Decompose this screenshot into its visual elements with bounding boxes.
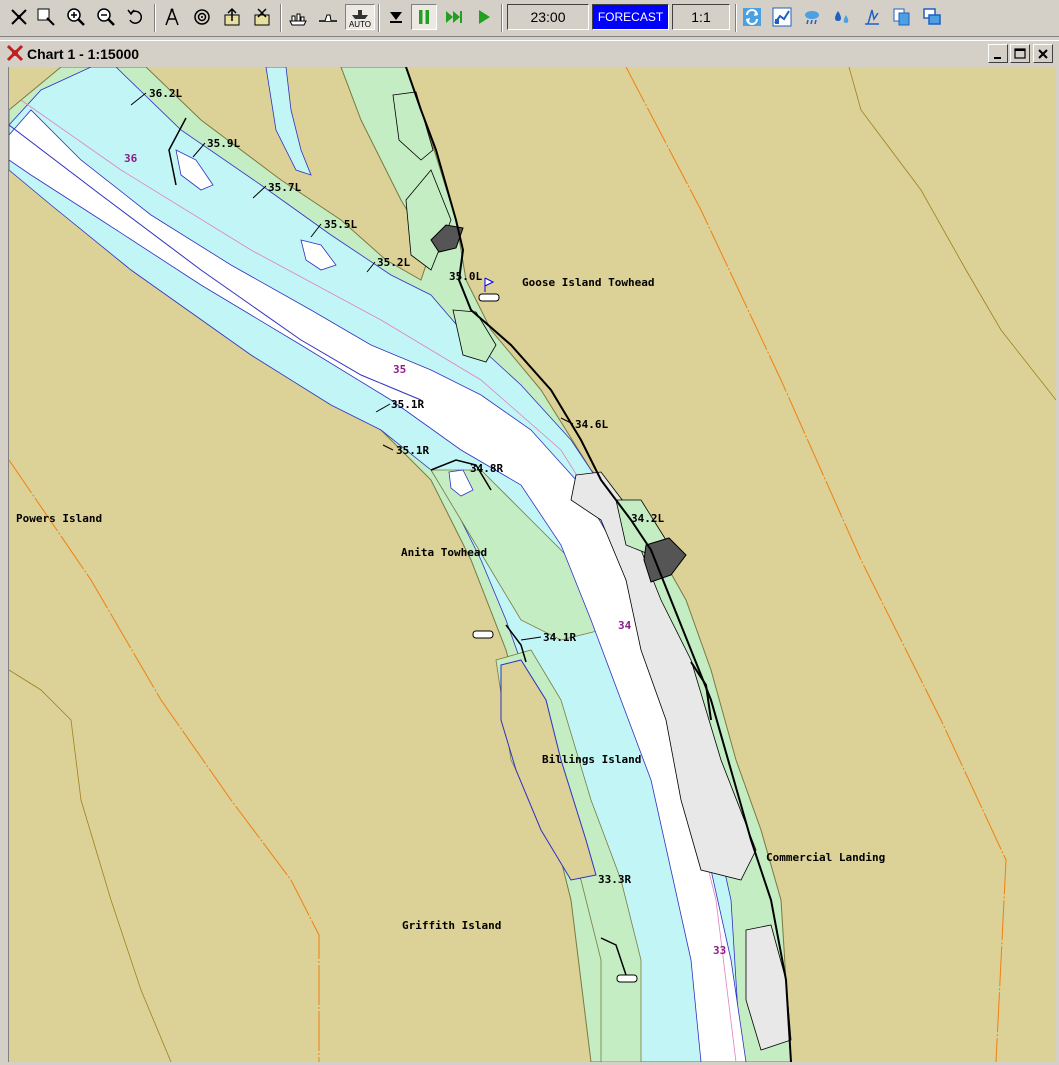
compass-icon[interactable]: [159, 4, 185, 30]
export-icon[interactable]: [219, 4, 245, 30]
toolbar-separator: [735, 4, 737, 32]
main-toolbar: AUTO 23:00 FORECAST 1:1: [0, 0, 1059, 37]
mile-marker: 34.8R: [470, 462, 503, 475]
place-label: Goose Island Towhead: [522, 276, 654, 289]
maximize-icon: [1014, 47, 1026, 59]
vessel-icon[interactable]: [285, 4, 311, 30]
mile-marker: 36.2L: [149, 87, 182, 100]
river-mile-label: 36: [124, 152, 138, 165]
river-mile-label: 33: [713, 944, 726, 957]
undo-zoom-icon[interactable]: [123, 4, 149, 30]
water-icon[interactable]: [829, 4, 855, 30]
mile-marker: 34.1R: [543, 631, 576, 644]
mile-marker: 35.2L: [377, 256, 410, 269]
mile-marker: 35.7L: [268, 181, 301, 194]
place-label: Billings Island: [542, 753, 641, 766]
mile-marker: 34.2L: [631, 512, 664, 525]
chart-app-icon[interactable]: [6, 44, 24, 62]
refresh-icon[interactable]: [739, 4, 765, 30]
target-icon[interactable]: [189, 4, 215, 30]
auto-vessel-icon[interactable]: AUTO: [345, 4, 375, 30]
boat-icon[interactable]: [315, 4, 341, 30]
weather-icon[interactable]: [799, 4, 825, 30]
zoom-out-icon[interactable]: [93, 4, 119, 30]
maximize-button[interactable]: [1010, 44, 1030, 63]
tide-icon[interactable]: [859, 4, 885, 30]
forecast-button[interactable]: FORECAST: [592, 4, 669, 30]
toolbar-separator: [154, 4, 156, 32]
mile-marker: 35.1R: [391, 398, 424, 411]
river-mile-label: 35: [393, 363, 406, 376]
mile-marker: 33.3R: [598, 873, 631, 886]
select-tool-icon[interactable]: [6, 4, 32, 30]
skip-down-icon[interactable]: [383, 4, 409, 30]
copy-icon[interactable]: [889, 4, 915, 30]
close-icon: [1038, 48, 1048, 59]
zoom-box-icon[interactable]: [33, 4, 59, 30]
place-label: Griffith Island: [402, 919, 501, 932]
place-label: Commercial Landing: [766, 851, 885, 864]
mile-marker: 35.5L: [324, 218, 357, 231]
toolbar-separator: [280, 4, 282, 32]
mile-marker: 35.9L: [207, 137, 240, 150]
nautical-chart[interactable]: Goose Island Towhead Powers Island Anita…: [8, 67, 1056, 1062]
place-label: Powers Island: [16, 512, 102, 525]
river-mile-label: 34: [618, 619, 632, 632]
mile-marker: 35.0L: [449, 270, 482, 283]
windows-icon[interactable]: [919, 4, 945, 30]
pause-icon[interactable]: [411, 4, 437, 30]
time-field[interactable]: 23:00: [507, 4, 589, 30]
import-icon[interactable]: [249, 4, 275, 30]
close-button[interactable]: [1033, 44, 1053, 63]
minimize-button[interactable]: [988, 44, 1008, 63]
chart-window-titlebar: Chart 1 - 1:15000: [0, 40, 1059, 67]
graph-icon[interactable]: [769, 4, 795, 30]
window-title: Chart 1 - 1:15000: [27, 46, 140, 62]
place-label: Anita Towhead: [401, 546, 487, 559]
mile-marker: 35.1R: [396, 444, 429, 457]
scale-ratio-field[interactable]: 1:1: [672, 4, 730, 30]
zoom-in-icon[interactable]: [63, 4, 89, 30]
auto-label: AUTO: [348, 20, 372, 29]
fast-forward-icon[interactable]: [441, 4, 467, 30]
mile-marker: 34.6L: [575, 418, 608, 431]
toolbar-separator: [501, 4, 503, 32]
play-icon[interactable]: [471, 4, 497, 30]
minimize-icon: [994, 56, 1001, 59]
toolbar-separator: [378, 4, 380, 32]
